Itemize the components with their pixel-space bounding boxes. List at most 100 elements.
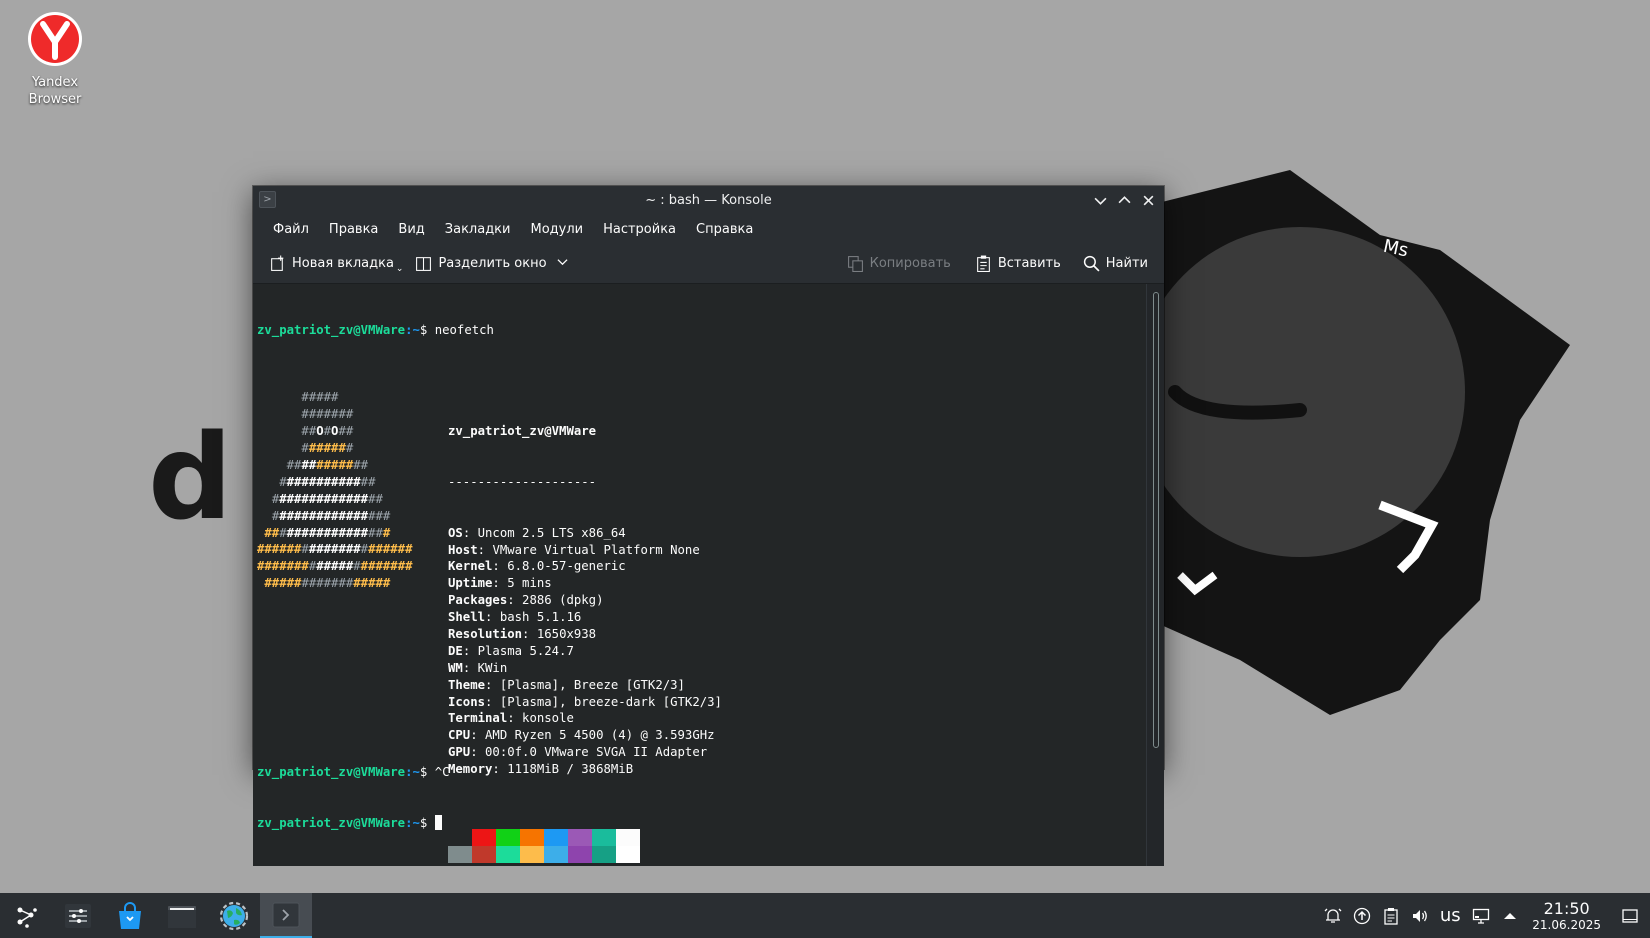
system-tray: us 21:50 21.06.2025 <box>1318 893 1650 938</box>
menu-plugins[interactable]: Модули <box>520 222 593 237</box>
window-controls <box>1088 186 1160 214</box>
neofetch-separator: -------------------- <box>448 474 597 489</box>
terminal-output[interactable]: zv_patriot_zv@VMWare:~$ neofetch ##### #… <box>253 284 1146 866</box>
tray-updates[interactable] <box>1347 893 1376 938</box>
logo-line: ############# <box>257 474 448 491</box>
clock-date: 21.06.2025 <box>1532 917 1601 932</box>
info-value: konsole <box>522 711 574 726</box>
menu-bookmarks[interactable]: Закладки <box>435 222 521 237</box>
taskbar-browser[interactable] <box>208 893 260 938</box>
logo-segment: # <box>279 474 287 489</box>
logo-segment: # <box>382 525 391 540</box>
new-tab-label: Новая вкладка <box>292 256 394 271</box>
info-key: Host <box>448 542 478 557</box>
logo-segment: O <box>316 424 324 439</box>
desktop-icon-label: Yandex Browser <box>28 75 82 107</box>
minimize-button[interactable] <box>1088 188 1112 212</box>
close-button[interactable] <box>1136 188 1160 212</box>
palette-swatch <box>544 845 568 863</box>
konsole-app-icon[interactable]: > <box>259 191 276 208</box>
interrupt-text: ^C <box>427 765 450 780</box>
logo-segment: ##### <box>264 576 302 591</box>
logo-segment: ############ <box>279 491 369 506</box>
logo-segment: ## <box>301 424 317 439</box>
new-tab-button[interactable]: Новая вкладка ⌄ <box>263 250 409 278</box>
menu-file[interactable]: Файл <box>263 222 319 237</box>
palette-swatch <box>496 828 520 846</box>
info-value: [Plasma], breeze-dark [GTK2/3] <box>499 694 722 709</box>
terminal-scrollbar[interactable] <box>1146 284 1164 866</box>
toolbar: Новая вкладка ⌄ Разделить окно Копироват… <box>253 244 1164 284</box>
copy-button[interactable]: Копировать <box>841 251 957 276</box>
info-key: Packages <box>448 593 508 608</box>
prompt-path: :~ <box>405 765 420 780</box>
system-settings-icon <box>65 903 91 928</box>
logo-segment: ## <box>360 474 376 489</box>
taskbar: us 21:50 21.06.2025 <box>0 893 1650 938</box>
info-value: 1118MiB / 3868MiB <box>507 762 634 777</box>
taskbar-tasks <box>0 893 312 938</box>
info-key: Icons <box>448 694 486 709</box>
tray-notifications[interactable] <box>1318 893 1347 938</box>
logo-segment: ## <box>264 525 280 540</box>
taskbar-system-settings[interactable] <box>52 893 104 938</box>
digital-clock[interactable]: 21:50 21.06.2025 <box>1532 899 1601 932</box>
desktop-icon-yandex-browser[interactable]: Yandex Browser <box>14 10 96 108</box>
taskbar-discover[interactable] <box>104 893 156 938</box>
terminal-area[interactable]: zv_patriot_zv@VMWare:~$ neofetch ##### #… <box>253 284 1164 866</box>
palette-swatch <box>616 845 640 863</box>
find-button[interactable]: Найти <box>1077 251 1154 276</box>
neofetch-info-list: OS: Uncom 2.5 LTS x86_64 Host: VMware Vir… <box>448 525 722 778</box>
tray-expand[interactable] <box>1495 893 1524 938</box>
tray-clipboard[interactable] <box>1376 893 1405 938</box>
new-tab-icon <box>271 255 284 271</box>
info-value: [Plasma], Breeze [GTK2/3] <box>499 677 685 692</box>
scrollbar-thumb[interactable] <box>1153 292 1159 748</box>
chevron-down-icon <box>557 259 568 266</box>
palette-swatch <box>568 845 592 863</box>
paste-icon <box>976 255 990 272</box>
new-tab-menu-arrow[interactable]: ⌄ <box>396 264 404 274</box>
menu-edit[interactable]: Правка <box>319 222 388 237</box>
menu-help[interactable]: Справка <box>686 222 763 237</box>
menu-settings[interactable]: Настройка <box>593 222 686 237</box>
info-line: Shell: bash 5.1.16 <box>448 610 582 625</box>
maximize-button[interactable] <box>1112 188 1136 212</box>
info-key: OS <box>448 525 463 540</box>
tray-network[interactable] <box>1466 893 1495 938</box>
taskbar-dolphin[interactable] <box>156 893 208 938</box>
logo-segment <box>257 424 301 438</box>
application-launcher-button[interactable] <box>0 893 52 938</box>
logo-segment: ## <box>368 491 383 506</box>
split-view-button[interactable]: Разделить окно <box>409 251 573 276</box>
tray-volume[interactable] <box>1405 893 1434 938</box>
network-icon <box>1472 908 1489 924</box>
palette-swatch <box>544 828 568 846</box>
logo-line: ####### <box>257 406 448 423</box>
show-desktop-button[interactable] <box>1615 893 1644 938</box>
menu-view[interactable]: Вид <box>388 222 434 237</box>
logo-segment <box>257 441 301 455</box>
info-line: Kernel: 6.8.0-57-generic <box>448 559 626 574</box>
konsole-window: > ~ : bash — Konsole Файл Правка Вид Зак… <box>253 186 1164 866</box>
info-line: OS: Uncom 2.5 LTS x86_64 <box>448 525 626 540</box>
paste-label: Вставить <box>997 256 1061 271</box>
info-value: 00:0f.0 VMware SVGA II Adapter <box>485 745 708 760</box>
logo-segment <box>257 509 272 523</box>
prompt-dollar: $ <box>419 815 428 830</box>
paste-button[interactable]: Вставить <box>969 251 1067 276</box>
taskbar-konsole[interactable] <box>260 893 312 938</box>
info-value: Plasma 5.24.7 <box>477 643 574 658</box>
chevron-up-icon <box>1118 195 1130 203</box>
logo-segment: ####### <box>257 559 309 574</box>
keyboard-layout-indicator[interactable]: us <box>1434 905 1466 926</box>
info-line: DE: Plasma 5.24.7 <box>448 643 574 658</box>
split-view-dropdown[interactable] <box>557 256 568 271</box>
terminal-line-command: zv_patriot_zv@VMWare:~$ neofetch <box>257 322 1146 339</box>
logo-segment: ### <box>368 508 391 523</box>
logo-segment: # <box>301 441 309 456</box>
window-titlebar[interactable]: > ~ : bash — Konsole <box>253 186 1164 214</box>
info-line: CPU: AMD Ryzen 5 4500 (4) @ 3.593GHz <box>448 728 715 743</box>
close-icon <box>1143 195 1153 205</box>
clipboard-icon <box>1384 907 1398 925</box>
